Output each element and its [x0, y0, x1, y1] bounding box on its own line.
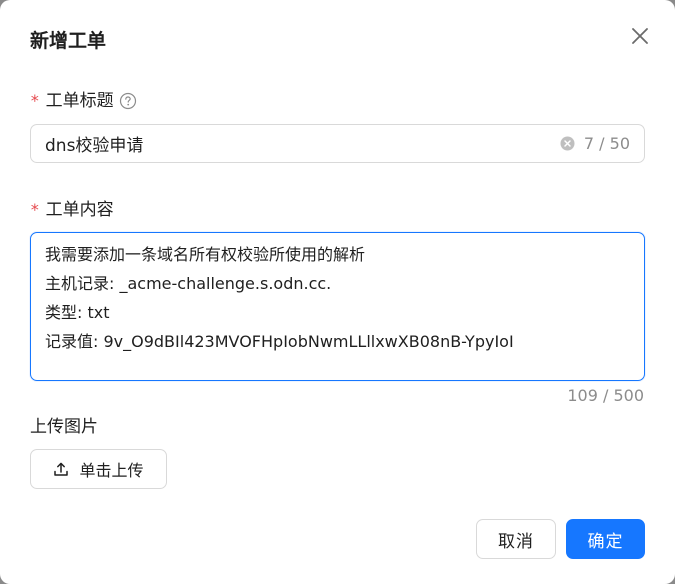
confirm-button[interactable]: 确定: [566, 519, 645, 559]
ticket-title-input-wrapper: 7 / 50: [30, 124, 645, 163]
textarea-line: 我需要添加一条域名所有权校验所使用的解析: [45, 245, 366, 264]
ticket-title-label: * 工单标题: [30, 90, 137, 112]
required-mark: *: [30, 200, 40, 219]
required-mark: *: [30, 91, 40, 110]
upload-button[interactable]: 单击上传: [30, 449, 167, 489]
ticket-content-label: * 工单内容: [30, 199, 114, 221]
content-char-count: 109 / 500: [567, 386, 644, 405]
new-ticket-dialog: 新增工单 * 工单标题 7 / 50 * 工单内容: [0, 0, 675, 584]
upload-icon: [53, 461, 69, 477]
close-icon: [632, 28, 648, 44]
upload-button-label: 单击上传: [79, 461, 144, 480]
question-circle-icon[interactable]: [119, 92, 137, 110]
clear-icon[interactable]: [560, 136, 575, 151]
ticket-content-label-text: 工单内容: [45, 200, 114, 220]
upload-image-label: 上传图片: [30, 417, 98, 437]
ticket-content-textarea[interactable]: 我需要添加一条域名所有权校验所使用的解析 主机记录: _acme-challen…: [30, 232, 645, 381]
textarea-line: 主机记录: _acme-challenge.s.odn.cc.: [45, 274, 332, 293]
close-button[interactable]: [626, 22, 654, 50]
textarea-line: 记录值: 9v_O9dBIl423MVOFHpIobNwmLLllxwXB08n…: [45, 332, 514, 351]
title-char-count: 7 / 50: [583, 134, 630, 153]
textarea-line: 类型: txt: [45, 303, 110, 322]
dialog-title: 新增工单: [30, 30, 107, 52]
ticket-title-input[interactable]: [45, 133, 560, 154]
cancel-button[interactable]: 取消: [476, 519, 556, 559]
ticket-title-label-text: 工单标题: [45, 91, 114, 111]
